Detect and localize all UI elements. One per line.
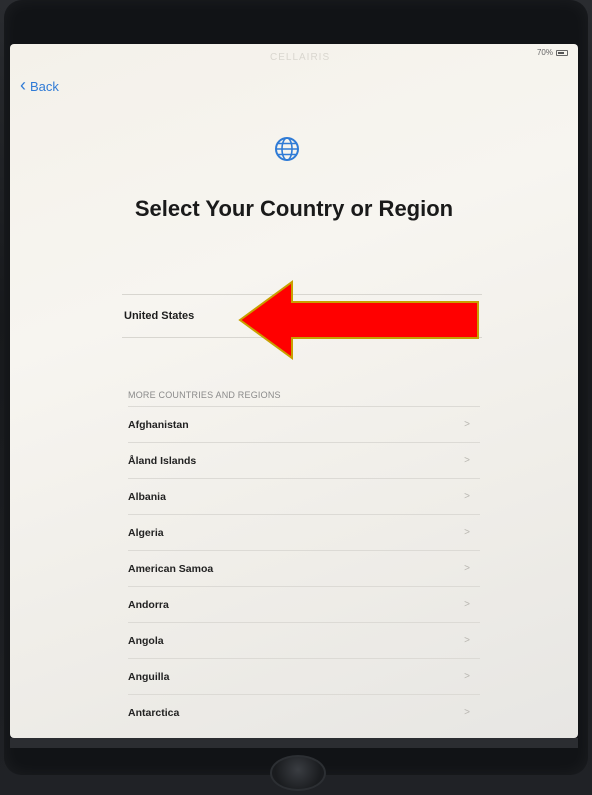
battery-percentage: 70% [536,48,553,57]
globe-icon [275,137,299,161]
list-item-label: Algeria [128,526,164,539]
selected-country-label: United States [124,310,195,322]
chevron-right-icon: > [464,707,470,718]
screen-bottom-edge [10,738,578,748]
page-title: Select Your Country or Region [134,196,454,221]
country-list: Afghanistan > Åland Islands > Albania > … [128,406,480,730]
red-arrow-annotation [238,280,479,360]
list-item[interactable]: Åland Islands > [128,442,480,478]
list-item-label: Afghanistan [128,418,189,431]
chevron-right-icon: > [464,671,470,682]
list-item[interactable]: Albania > [128,478,480,514]
list-item[interactable]: Afghanistan > [128,406,480,442]
chevron-right-icon: > [464,527,470,538]
list-item-label: Anguilla [128,670,170,683]
list-item[interactable]: American Samoa > [128,550,480,586]
list-item-label: Andorra [128,598,169,611]
list-item[interactable]: Antarctica > [128,694,480,730]
status-bar-battery: 70% [537,48,568,57]
chevron-right-icon: > [464,419,470,430]
chevron-right-icon: > [464,563,470,574]
battery-icon [556,49,568,56]
chevron-right-icon: > [464,491,470,502]
back-label: Back [30,78,59,94]
list-item-label: Albania [128,490,166,503]
list-item[interactable]: Algeria > [128,514,480,550]
list-item-label: Åland Islands [128,454,197,467]
chevron-right-icon: > [464,635,470,646]
list-item[interactable]: Anguilla > [128,658,480,694]
list-item-label: American Samoa [128,562,214,575]
carrier-label: CELLAIRIS [270,52,331,63]
list-item[interactable]: Andorra > [128,586,480,622]
device-screen: 70% CELLAIRIS ‹ Back Select Your Country… [10,44,578,738]
list-item-label: Angola [128,634,164,647]
back-button[interactable]: ‹ Back [20,75,59,95]
chevron-left-icon: ‹ [20,75,26,95]
chevron-right-icon: > [464,599,470,610]
section-label-more: MORE COUNTRIES AND REGIONS [128,390,281,400]
list-item-label: Antarctica [128,706,180,719]
home-button[interactable] [270,755,326,791]
list-item[interactable]: Angola > [128,622,480,658]
chevron-right-icon: > [464,455,470,466]
